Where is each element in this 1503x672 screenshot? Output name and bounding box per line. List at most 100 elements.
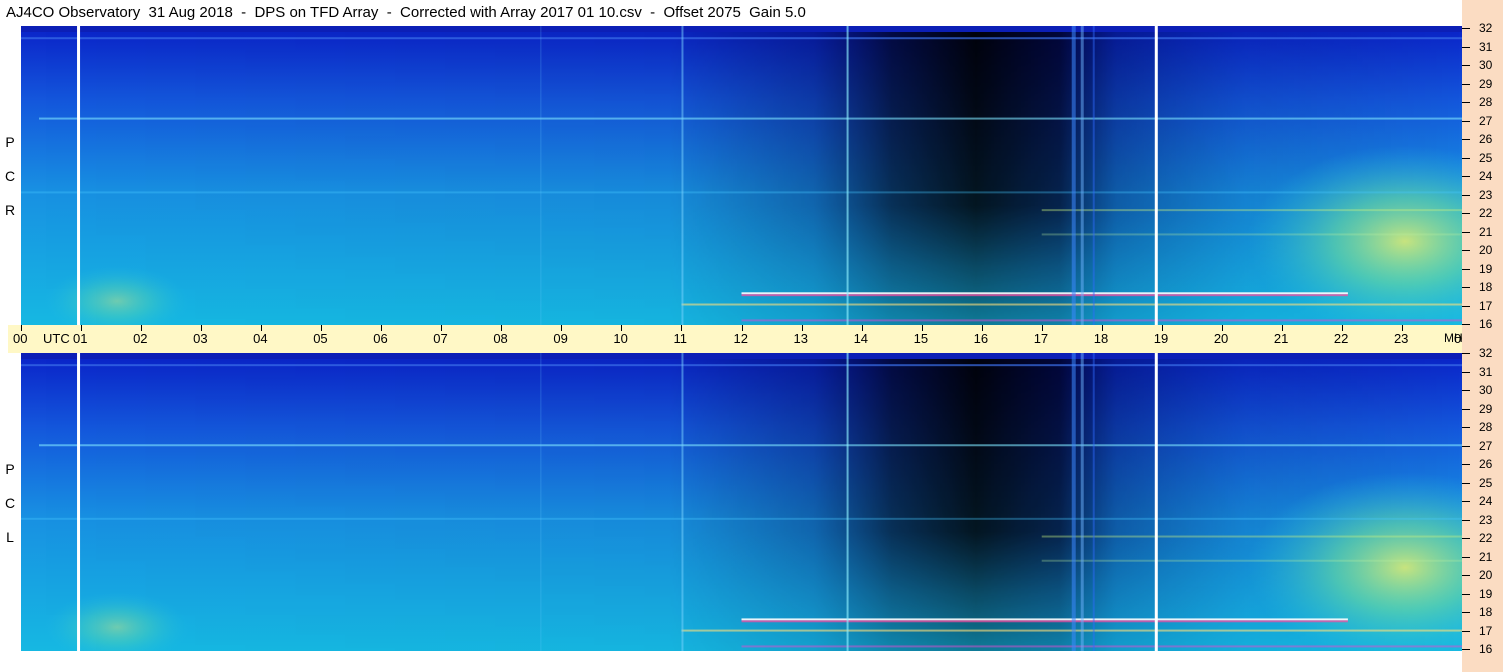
lcp-freq-label-18: 18 (1479, 605, 1493, 619)
lcp-freq-label-24: 24 (1479, 494, 1493, 508)
rcp-freq-tick-18 (1462, 287, 1470, 288)
lcp-freq-label-21: 21 (1479, 549, 1493, 564)
lcp-freq-label-20: 20 (1479, 568, 1493, 582)
lcp-freq-tick-21 (1462, 556, 1470, 558)
time-tick-label-7: 07 (433, 331, 448, 346)
lcp-freq-tick-30 (1462, 390, 1470, 391)
time-tick-label-19: 19 (1153, 331, 1169, 346)
time-tick-label-12: 12 (733, 331, 748, 346)
rcp-letter-p: R (4, 202, 16, 218)
rcp-interference-line-0 (39, 117, 1462, 120)
frequency-axis: 16 17 18 19 20 21 22 23 24 25 26 27 28 29 30 31 32 16 17 18… (1462, 0, 1503, 672)
lcp-freq-tick-24 (1462, 501, 1470, 502)
rcp-freq-tick-28 (1462, 102, 1470, 103)
rcp-freq-label-27: 27 (1479, 113, 1493, 128)
rcp-freq-label-18: 18 (1479, 280, 1493, 294)
rcp-freq-label-19: 19 (1479, 261, 1493, 276)
rcp-vertical-streak-4 (1080, 26, 1084, 325)
rcp-interference-line-2 (21, 191, 1462, 194)
lcp-vertical-streak-3 (1071, 353, 1076, 651)
time-tick-label-21: 21 (1273, 331, 1289, 346)
rcp-freq-tick-16 (1462, 324, 1470, 325)
rcp-interference-line-7 (1041, 209, 1462, 212)
lcp-freq-tick-20 (1462, 575, 1470, 576)
rcp-vertical-streak-0 (681, 26, 684, 325)
lcp-freq-tick-25 (1462, 482, 1470, 484)
rcp-freq-tick-26 (1462, 139, 1470, 140)
rcp-top-strip (21, 26, 1462, 32)
rcp-freq-label-32: 32 (1479, 21, 1493, 35)
rcp-freq-tick-19 (1462, 268, 1470, 270)
rcp-spectrogram-svg (21, 26, 1462, 325)
lcp-freq-tick-28 (1462, 427, 1470, 428)
time-tick-label-20: 20 (1213, 331, 1229, 346)
time-tick-label-13: 13 (793, 331, 808, 346)
rcp-freq-tick-20 (1462, 250, 1470, 251)
lcp-interference-line-3 (741, 618, 1348, 621)
rcp-freq-label-22: 22 (1479, 206, 1493, 220)
rcp-freq-label-24: 24 (1479, 169, 1493, 183)
lcp-freq-label-27: 27 (1479, 438, 1493, 453)
rcp-freq-tick-24 (1462, 176, 1470, 177)
lcp-top-strip (21, 353, 1462, 359)
lcp-freq-label-22: 22 (1479, 531, 1493, 545)
rcp-vertical-streak-3 (1071, 26, 1076, 325)
lcp-freq-label-28: 28 (1479, 420, 1493, 434)
rcp-freq-tick-29 (1462, 83, 1470, 85)
rcp-interference-line-3 (741, 292, 1348, 295)
lcp-freq-label-16: 16 (1479, 642, 1493, 656)
rcp-freq-tick-30 (1462, 65, 1470, 66)
rcp-freq-tick-22 (1462, 213, 1470, 214)
lcp-freq-label-30: 30 (1479, 383, 1493, 397)
time-tick-label-11: 11 (673, 331, 687, 346)
lcp-freq-tick-32 (1462, 353, 1470, 354)
rcp-freq-tick-32 (1462, 28, 1470, 29)
rcp-freq-tick-27 (1462, 120, 1470, 122)
lcp-freq-tick-19 (1462, 593, 1470, 595)
rcp-letter-c: C (4, 168, 16, 184)
lcp-freq-tick-23 (1462, 519, 1470, 521)
rcp-freq-label-26: 26 (1479, 132, 1493, 146)
lcp-interference-line-1 (21, 364, 1462, 367)
lcp-freq-tick-22 (1462, 538, 1470, 539)
chart-title: AJ4CO Observatory 31 Aug 2018 - DPS on T… (6, 4, 806, 21)
time-tick-label-23: 23 (1393, 331, 1409, 346)
lcp-freq-tick-16 (1462, 649, 1470, 650)
rcp-freq-label-20: 20 (1479, 243, 1493, 257)
lcp-freq-tick-17 (1462, 630, 1470, 632)
lcp-axis-label: P C L (3, 462, 17, 564)
lcp-vertical-streak-2 (540, 353, 542, 651)
rcp-letter-r: P (5, 134, 15, 150)
rcp-freq-tick-25 (1462, 157, 1470, 159)
time-tick-label-15: 15 (913, 331, 929, 346)
rcp-white-marker-0 (77, 26, 81, 325)
time-tick-label-16: 16 (973, 331, 989, 346)
rcp-freq-tick-31 (1462, 46, 1470, 48)
rcp-spectrogram (21, 26, 1462, 325)
rcp-freq-label-17: 17 (1479, 298, 1493, 313)
rcp-freq-tick-21 (1462, 231, 1470, 233)
lcp-letter-c: C (4, 495, 16, 511)
time-tick-label-1: 01 (73, 331, 88, 346)
rcp-freq-label-21: 21 (1479, 224, 1493, 239)
time-tick-label-18: 18 (1093, 331, 1109, 346)
lcp-freq-label-23: 23 (1479, 512, 1493, 527)
lcp-freq-label-26: 26 (1479, 457, 1493, 471)
lcp-freq-label-17: 17 (1479, 623, 1493, 638)
lcp-spectrogram-svg (21, 353, 1462, 651)
rcp-interference-line-8 (1041, 233, 1462, 236)
rcp-freq-label-30: 30 (1479, 58, 1493, 72)
lcp-interference-line-2 (21, 517, 1462, 520)
time-axis: MHz 00 01 02 03 04 05 06 07 08 09 10 11 12 13 14 15 16 17… (8, 325, 1469, 353)
rcp-axis-label: P C R (3, 135, 17, 237)
lcp-vertical-streak-4 (1080, 353, 1084, 651)
time-tick-label-5: 05 (313, 331, 328, 346)
time-tick-label-17: 17 (1033, 331, 1049, 346)
lcp-freq-label-32: 32 (1479, 346, 1493, 360)
lcp-interference-line-8 (1041, 559, 1462, 562)
lcp-interference-line-7 (1041, 535, 1462, 538)
time-tick-label-2: 02 (133, 331, 148, 346)
lcp-vertical-streak-5 (1092, 353, 1095, 651)
lcp-interference-line-6 (741, 645, 1462, 648)
lcp-freq-tick-27 (1462, 445, 1470, 447)
